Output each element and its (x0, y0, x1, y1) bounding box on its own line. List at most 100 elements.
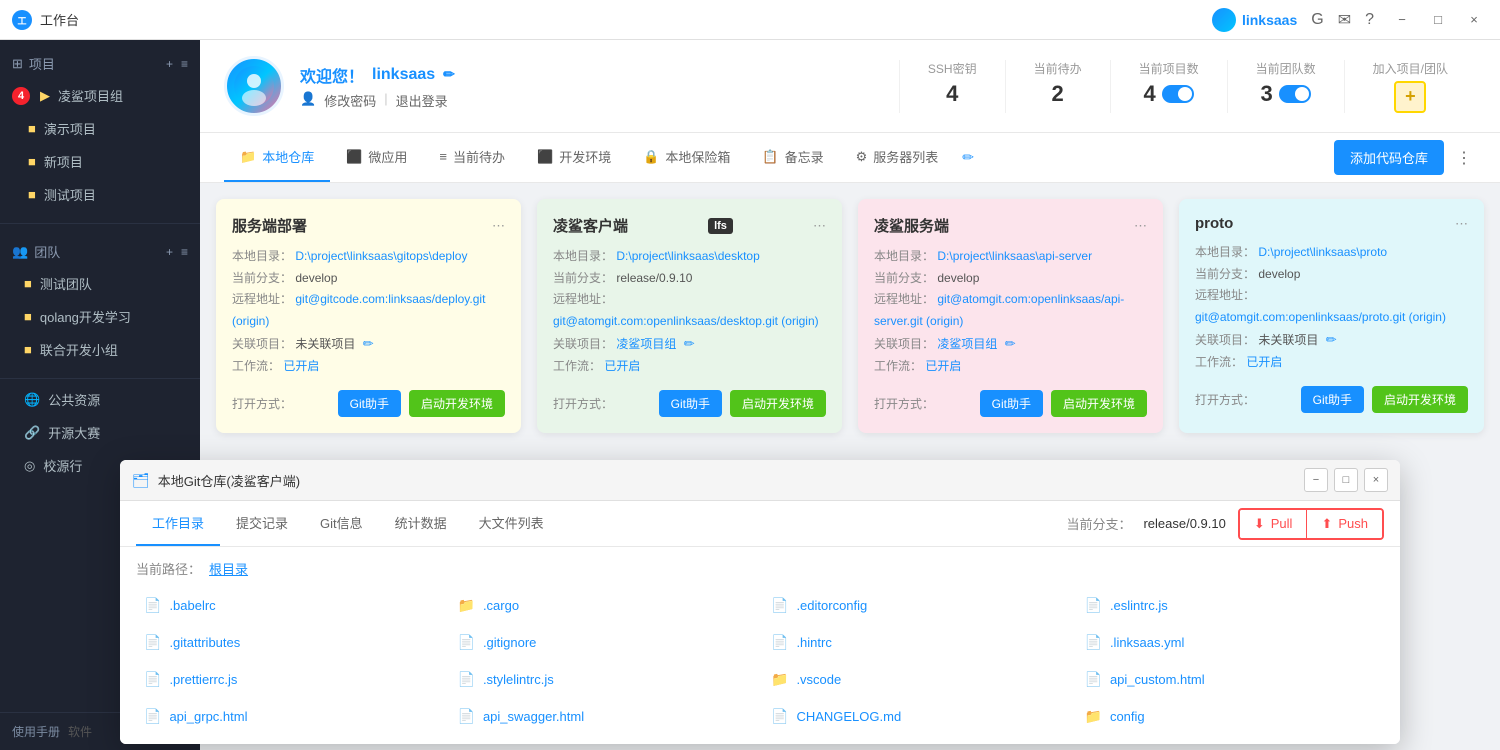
dialog-tab-actions: 当前分支： release/0.9.10 ⬇ Pull ⬆ Push (1066, 508, 1384, 540)
help-icon[interactable]: ? (1365, 11, 1374, 29)
dev-env-btn-client[interactable]: 启动开发环境 (730, 390, 826, 417)
projects-header[interactable]: ⊞ 项目 + ≡ (0, 48, 200, 79)
more-options-icon[interactable]: ⋮ (1452, 144, 1476, 172)
edit-tab-icon[interactable]: ✏ (962, 149, 974, 166)
card-header-server: 服务端部署 ⋯ (232, 215, 505, 236)
tab-dev-env[interactable]: ⬛ 开发环境 (521, 133, 627, 182)
tab-notes[interactable]: 📋 备忘录 (746, 133, 839, 182)
card-more-api[interactable]: ⋯ (1134, 218, 1147, 234)
file-item[interactable]: 📄.gitattributes (136, 627, 444, 658)
dialog-tab-lfs-files[interactable]: 大文件列表 (463, 501, 560, 546)
dialog-tab-workdir[interactable]: 工作目录 (136, 501, 220, 546)
file-item[interactable]: 📄.linksaas.yml (1077, 627, 1385, 658)
file-item[interactable]: 📄CHANGELOG.md (763, 701, 1071, 732)
path-root-link[interactable]: 根目录 (209, 559, 248, 578)
add-join-button[interactable]: + (1394, 81, 1426, 113)
tab-server-list[interactable]: ⚙ 服务器列表 (840, 133, 955, 182)
git-helper-btn-client[interactable]: Git助手 (659, 390, 722, 417)
menu-project-icon[interactable]: ≡ (181, 57, 188, 71)
close-button[interactable]: × (1460, 6, 1488, 34)
file-item[interactable]: 📄.editorconfig (763, 590, 1071, 621)
git-helper-btn-proto[interactable]: Git助手 (1301, 386, 1364, 413)
dev-env-btn-api[interactable]: 启动开发环境 (1051, 390, 1147, 417)
change-password-link[interactable]: 修改密码 (324, 91, 376, 110)
edit-username-icon[interactable]: ✏ (443, 66, 455, 83)
dialog-minimize-btn[interactable]: − (1304, 468, 1328, 492)
circle-icon: ◎ (24, 458, 35, 474)
card-remote-proto: 远程地址： git@atomgit.com:openlinksaas/proto… (1195, 285, 1468, 328)
tab-micro-app[interactable]: ⬛ 微应用 (330, 133, 423, 182)
sidebar-item-demo-project[interactable]: ■ 演示项目 (0, 112, 200, 145)
card-project-api: 关联项目： 凌鲨项目组 ✏ (874, 332, 1147, 356)
dialog-close-btn[interactable]: × (1364, 468, 1388, 492)
local-path-link-server[interactable]: D:\project\linksaas\gitops\deploy (295, 249, 467, 263)
sidebar-item-test-project[interactable]: ■ 测试项目 (0, 178, 200, 211)
local-path-link-api[interactable]: D:\project\linksaas\api-server (937, 249, 1092, 263)
dialog-tab-git-info[interactable]: Git信息 (304, 501, 379, 546)
file-item[interactable]: 📁.cargo (450, 590, 758, 621)
stat-todo: 当前待办 2 (1005, 60, 1110, 113)
tab-local-safe[interactable]: 🔒 本地保险箱 (627, 133, 746, 182)
pull-button[interactable]: ⬇ Pull (1240, 510, 1308, 538)
file-name: .gitignore (483, 635, 536, 650)
file-item[interactable]: 📄.hintrc (763, 627, 1071, 658)
folder-icon-test: ■ (28, 187, 36, 202)
title-bar-icons: G ✉ ? (1311, 10, 1374, 30)
sidebar-item-opensource[interactable]: 🔗 开源大赛 (0, 416, 200, 449)
tab-todo[interactable]: ≡ 当前待办 (423, 133, 521, 182)
card-local-path-server: 本地目录： D:\project\linksaas\gitops\deploy (232, 246, 505, 268)
edit-project-client[interactable]: ✏ (684, 336, 695, 351)
sidebar-item-public-resources[interactable]: 🌐 公共资源 (0, 383, 200, 416)
branch-label: 当前分支： (1066, 514, 1131, 533)
teams-header[interactable]: 👥 团队 + ≡ (0, 236, 200, 267)
file-item[interactable]: 📄.babelrc (136, 590, 444, 621)
file-item[interactable]: 📄.prettierrc.js (136, 664, 444, 695)
file-item[interactable]: 📄api_swagger.html (450, 701, 758, 732)
dialog-maximize-btn[interactable]: □ (1334, 468, 1358, 492)
push-button[interactable]: ⬆ Push (1307, 510, 1382, 538)
card-workflow-server: 工作流： 已开启 (232, 356, 505, 378)
file-item[interactable]: 📄api_grpc.html (136, 701, 444, 732)
add-team-icon[interactable]: + (166, 245, 173, 259)
dialog-tab-commits[interactable]: 提交记录 (220, 501, 304, 546)
add-project-icon[interactable]: + (166, 57, 173, 71)
file-item[interactable]: 📄api_custom.html (1077, 664, 1385, 695)
teams-toggle[interactable] (1279, 85, 1311, 103)
logout-link[interactable]: 退出登录 (396, 91, 448, 110)
file-item[interactable]: 📁config (1077, 701, 1385, 732)
dev-env-btn-proto[interactable]: 启动开发环境 (1372, 386, 1468, 413)
dev-env-btn-server[interactable]: 启动开发环境 (409, 390, 505, 417)
sidebar-item-lingsha-group[interactable]: 4 ▶ 凌鲨项目组 (0, 79, 200, 112)
chrome-icon[interactable]: G (1311, 11, 1323, 29)
file-item[interactable]: 📁.vscode (763, 664, 1071, 695)
file-item[interactable]: 📄.stylelintrc.js (450, 664, 758, 695)
local-path-link-client[interactable]: D:\project\linksaas\desktop (616, 249, 759, 263)
sidebar-item-joint-dev[interactable]: ■ 联合开发小组 (0, 333, 200, 366)
manual-link[interactable]: 使用手册 (12, 723, 60, 740)
sidebar-item-test-team[interactable]: ■ 测试团队 (0, 267, 200, 300)
sidebar-item-new-project[interactable]: ■ 新项目 (0, 145, 200, 178)
card-more-server[interactable]: ⋯ (492, 218, 505, 234)
add-repo-button[interactable]: 添加代码仓库 (1334, 140, 1444, 175)
git-helper-btn-api[interactable]: Git助手 (980, 390, 1043, 417)
edit-project-api[interactable]: ✏ (1005, 336, 1016, 351)
mail-icon[interactable]: ✉ (1338, 10, 1351, 30)
edit-project-server[interactable]: ✏ (363, 336, 374, 351)
git-helper-btn-server[interactable]: Git助手 (338, 390, 401, 417)
local-path-link-proto[interactable]: D:\project\linksaas\proto (1258, 245, 1387, 259)
dialog-tab-stats[interactable]: 统计数据 (379, 501, 463, 546)
projects-toggle[interactable] (1162, 85, 1194, 103)
menu-team-icon[interactable]: ≡ (181, 245, 188, 259)
todo-icon: ≡ (439, 149, 447, 164)
file-name: api_grpc.html (169, 709, 247, 724)
user-avatar (224, 56, 284, 116)
edit-project-proto[interactable]: ✏ (1326, 332, 1337, 347)
file-item[interactable]: 📄.gitignore (450, 627, 758, 658)
card-more-client[interactable]: ⋯ (813, 218, 826, 234)
card-more-proto[interactable]: ⋯ (1455, 216, 1468, 232)
file-item[interactable]: 📄.eslintrc.js (1077, 590, 1385, 621)
minimize-button[interactable]: − (1388, 6, 1416, 34)
sidebar-item-qolang[interactable]: ■ qolang开发学习 (0, 300, 200, 333)
maximize-button[interactable]: □ (1424, 6, 1452, 34)
tab-local-repo[interactable]: 📁 本地仓库 (224, 133, 330, 182)
